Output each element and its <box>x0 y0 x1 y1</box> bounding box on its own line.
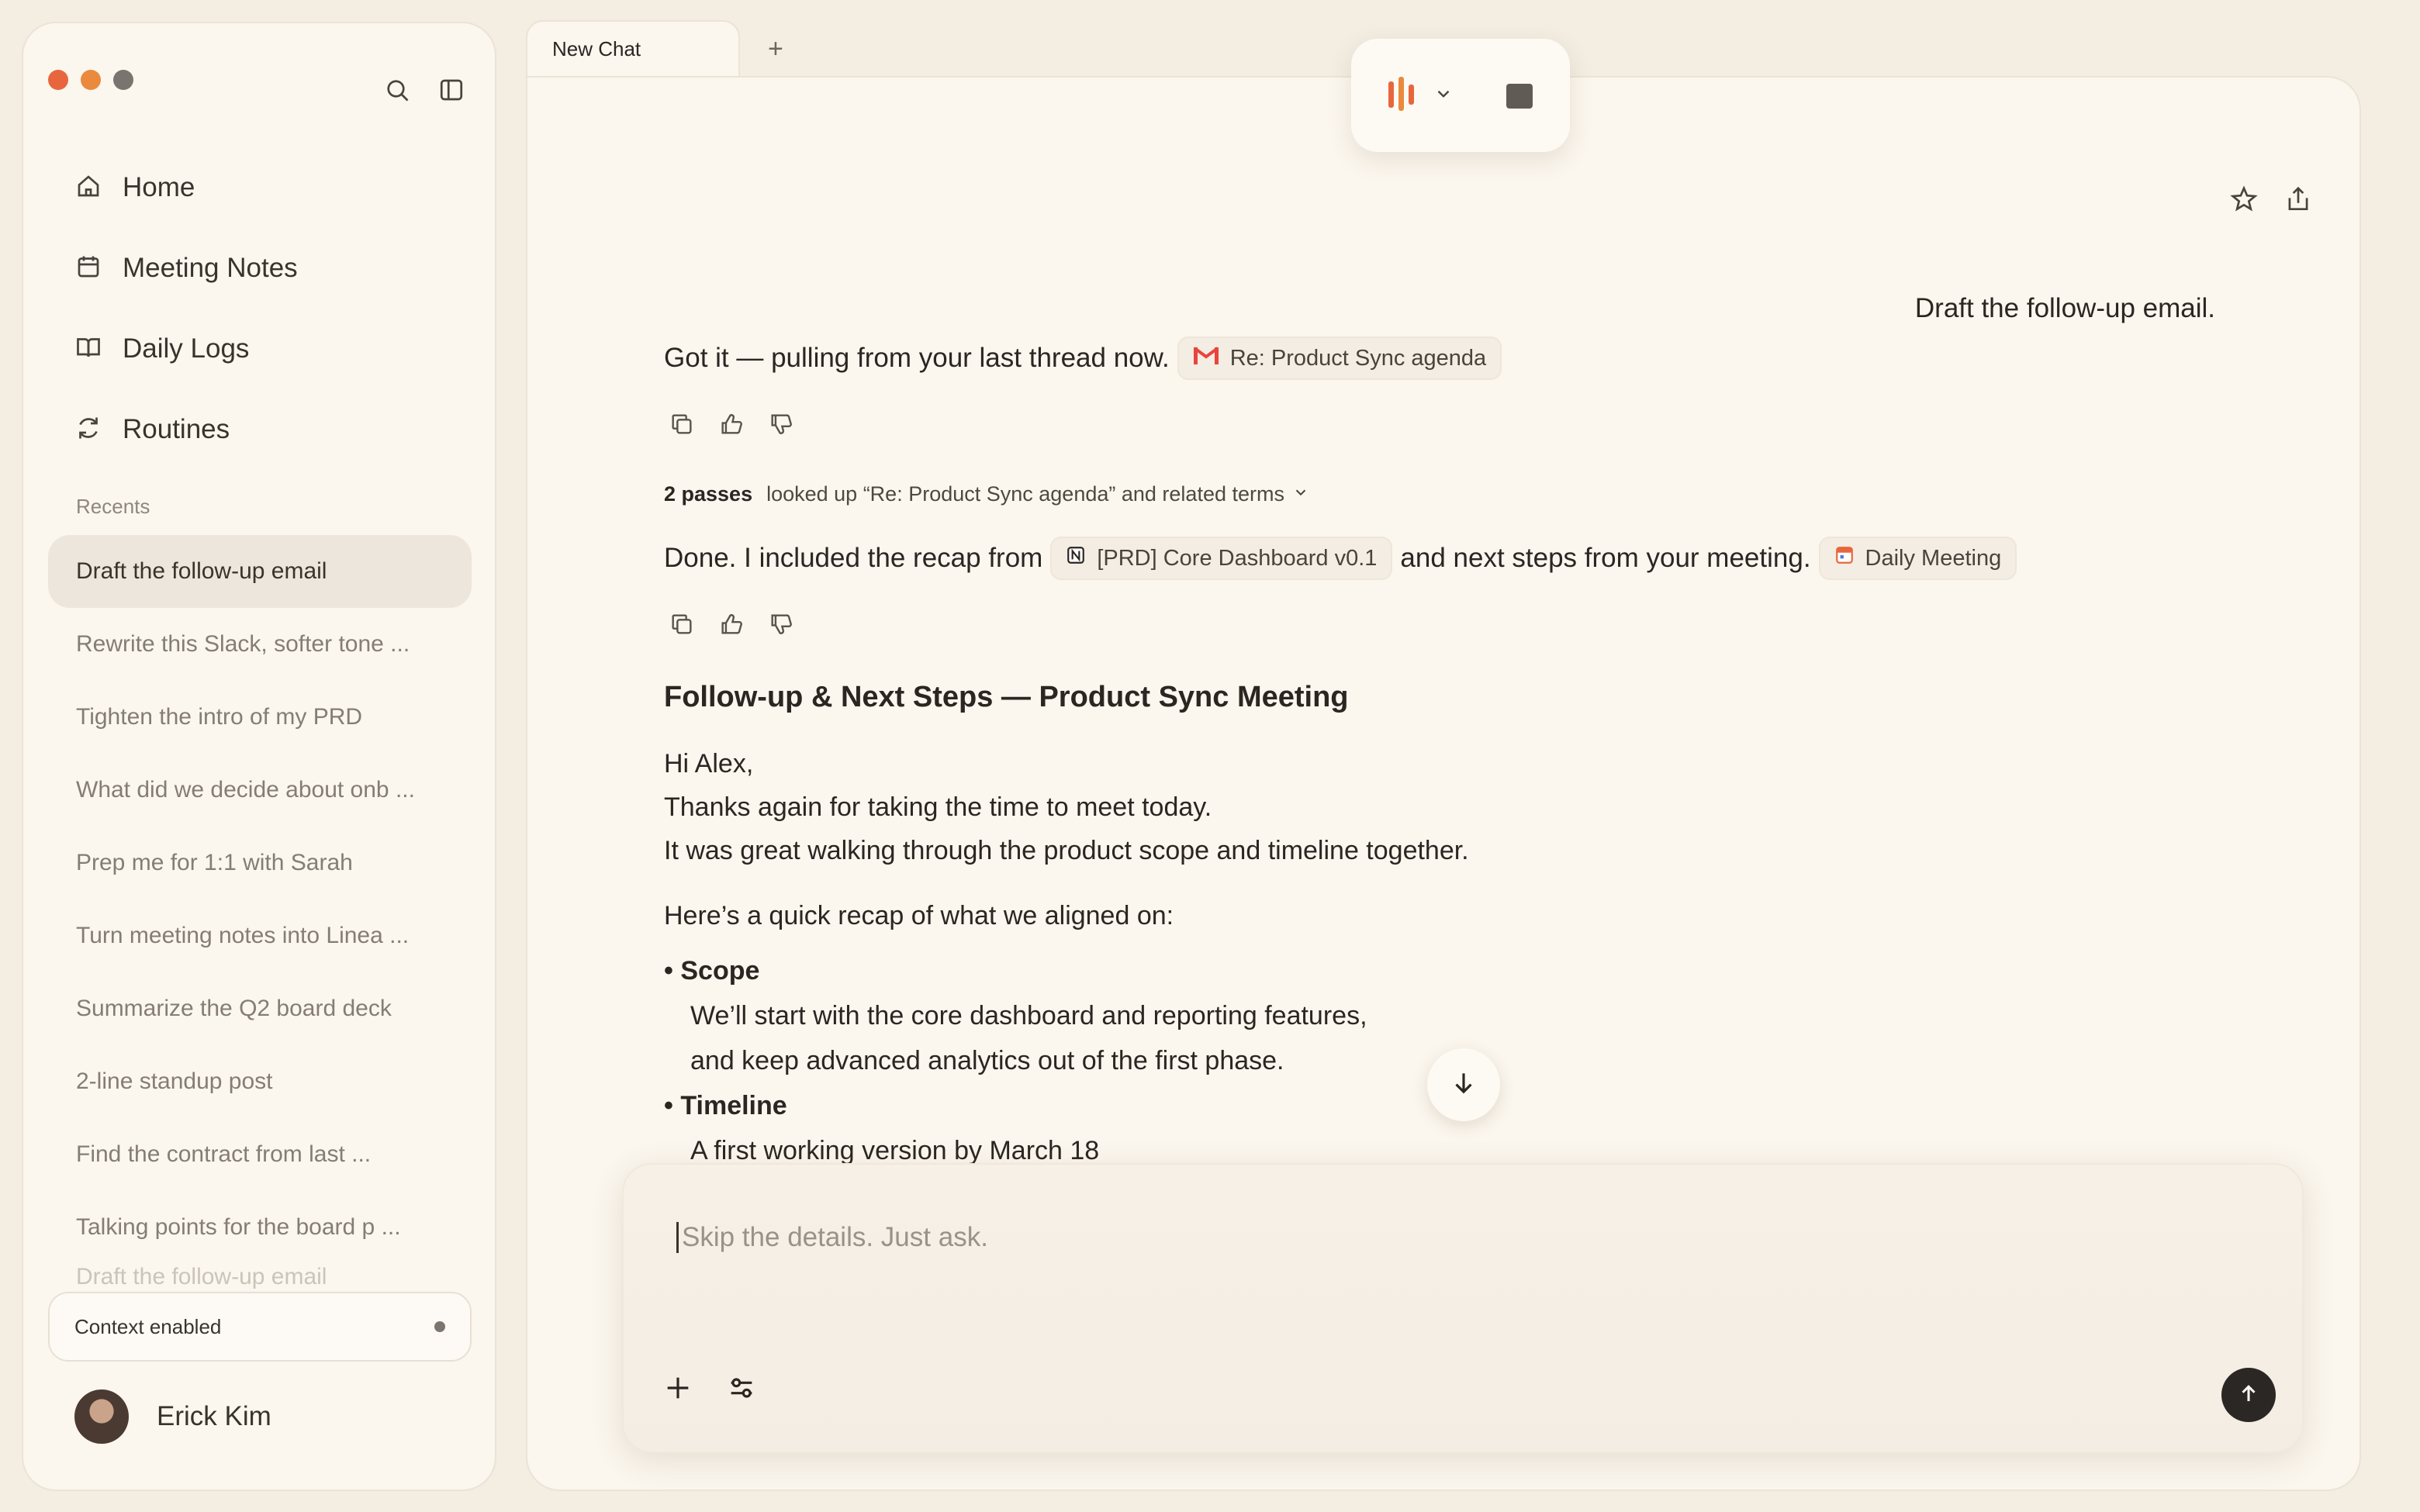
add-attachment-icon[interactable] <box>662 1372 693 1407</box>
recent-item[interactable]: Talking points for the board p ... <box>48 1191 472 1264</box>
calendar-app-icon <box>1834 545 1865 571</box>
recent-item[interactable]: What did we decide about onb ... <box>48 754 472 827</box>
passes-description: looked up “Re: Product Sync agenda” and … <box>766 482 1284 506</box>
nav-item-daily-logs[interactable]: Daily Logs <box>74 309 298 389</box>
source-chip-notion[interactable]: [PRD] Core Dashboard v0.1 <box>1050 537 1393 580</box>
recent-item[interactable]: Draft the follow-up email <box>48 1264 472 1295</box>
recording-control <box>1351 39 1570 152</box>
nav-item-routines[interactable]: Routines <box>74 389 298 470</box>
star-icon[interactable] <box>2229 185 2259 218</box>
share-icon[interactable] <box>2283 185 2313 218</box>
calendar-icon <box>74 253 102 285</box>
draft-greeting: Hi Alex, <box>664 749 754 778</box>
stop-recording-button[interactable] <box>1506 84 1533 109</box>
recent-item[interactable]: Draft the follow-up email <box>48 535 472 608</box>
notion-icon <box>1066 545 1097 571</box>
send-button[interactable] <box>2221 1368 2276 1422</box>
message-input[interactable]: Skip the details. Just ask. <box>676 1222 988 1253</box>
home-icon <box>74 172 102 204</box>
nav-item-home[interactable]: Home <box>74 147 298 228</box>
thumbs-up-icon[interactable] <box>718 411 745 441</box>
reply-text: Got it — pulling from your last thread n… <box>664 343 1170 373</box>
context-label: Context enabled <box>74 1314 222 1338</box>
reply-text: and next steps from your meeting. <box>1400 543 1811 573</box>
chip-label: Re: Product Sync agenda <box>1229 345 1487 371</box>
main-nav: Home Meeting Notes Daily Logs Routines <box>74 147 298 470</box>
bullet-line: A first working version by March 18 <box>690 1136 1100 1165</box>
sidebar-toggle-icon[interactable] <box>436 74 467 105</box>
nav-item-label: Routines <box>123 414 230 444</box>
recents-heading: Recents <box>76 495 150 518</box>
composer-tools <box>662 1372 757 1407</box>
context-toggle[interactable]: Context enabled <box>48 1292 472 1362</box>
draft-line: It was great walking through the product… <box>664 836 1469 865</box>
chip-label: [PRD] Core Dashboard v0.1 <box>1097 545 1378 571</box>
bullet-title: Timeline <box>680 1091 787 1120</box>
chevron-down-icon <box>1292 482 1309 506</box>
message-composer: Skip the details. Just ask. <box>622 1163 2304 1453</box>
settings-sliders-icon[interactable] <box>726 1372 757 1407</box>
recent-item[interactable]: Rewrite this Slack, softer tone ... <box>48 608 472 681</box>
arrow-down-icon <box>1449 1068 1478 1102</box>
recents-list: Draft the follow-up email Rewrite this S… <box>48 535 472 1295</box>
window-controls <box>48 70 133 90</box>
feedback-bar <box>669 411 794 441</box>
recent-item[interactable]: Turn meeting notes into Linea ... <box>48 899 472 972</box>
draft-bullet: • Scope <box>664 956 760 986</box>
draft-recap-intro: Here’s a quick recap of what we aligned … <box>664 901 1174 930</box>
nav-item-label: Daily Logs <box>123 333 250 364</box>
user-message: Draft the follow-up email. <box>1914 293 2215 323</box>
assistant-reply-1: Got it — pulling from your last thread n… <box>664 337 1509 380</box>
search-passes[interactable]: 2 passes looked up “Re: Product Sync age… <box>664 482 1309 506</box>
status-dot-icon <box>434 1321 445 1332</box>
chip-label: Daily Meeting <box>1865 545 2002 571</box>
refresh-icon <box>74 414 102 446</box>
passes-count: 2 passes <box>664 482 753 506</box>
source-chip-gmail[interactable]: Re: Product Sync agenda <box>1177 337 1502 380</box>
user-name: Erick Kim <box>157 1401 271 1431</box>
assistant-reply-2: Done. I included the recap from [PRD] Co… <box>664 537 2024 580</box>
gmail-icon <box>1193 345 1230 371</box>
copy-icon[interactable] <box>669 611 695 641</box>
recent-item[interactable]: Find the contract from last ... <box>48 1118 472 1191</box>
add-tab-button[interactable]: + <box>768 34 783 64</box>
nav-item-meeting-notes[interactable]: Meeting Notes <box>74 228 298 309</box>
recent-item[interactable]: Summarize the Q2 board deck <box>48 972 472 1045</box>
source-chip-calendar[interactable]: Daily Meeting <box>1818 537 2017 580</box>
chevron-down-icon[interactable] <box>1433 84 1454 108</box>
copy-icon[interactable] <box>669 411 695 441</box>
minimize-window-button[interactable] <box>81 70 101 90</box>
user-profile[interactable]: Erick Kim <box>74 1389 271 1444</box>
feedback-bar <box>669 611 794 641</box>
thumbs-up-icon[interactable] <box>718 611 745 641</box>
tab-new-chat[interactable]: New Chat <box>526 20 740 78</box>
draft-line: Thanks again for taking the time to meet… <box>664 792 1212 822</box>
book-icon <box>74 333 102 365</box>
bullet-title: Scope <box>680 956 760 986</box>
avatar <box>74 1389 129 1444</box>
recent-item[interactable]: 2-line standup post <box>48 1045 472 1118</box>
thumbs-down-icon[interactable] <box>768 611 794 641</box>
bullet-line: We’ll start with the core dashboard and … <box>690 1001 1367 1030</box>
recent-item[interactable]: Prep me for 1:1 with Sarah <box>48 827 472 899</box>
thumbs-down-icon[interactable] <box>768 411 794 441</box>
voice-waveform-icon[interactable] <box>1387 76 1416 115</box>
reply-text: Done. I included the recap from <box>664 543 1043 573</box>
maximize-window-button[interactable] <box>113 70 133 90</box>
nav-item-label: Home <box>123 172 195 202</box>
arrow-up-icon <box>2237 1382 2260 1409</box>
recent-item[interactable]: Tighten the intro of my PRD <box>48 681 472 754</box>
nav-item-label: Meeting Notes <box>123 253 298 283</box>
sidebar: Home Meeting Notes Daily Logs Routines R… <box>22 22 496 1491</box>
scroll-to-bottom-button[interactable] <box>1427 1048 1500 1121</box>
search-icon[interactable] <box>382 74 413 105</box>
draft-title: Follow-up & Next Steps — Product Sync Me… <box>664 681 1349 713</box>
chat-actions <box>2229 185 2313 218</box>
close-window-button[interactable] <box>48 70 68 90</box>
